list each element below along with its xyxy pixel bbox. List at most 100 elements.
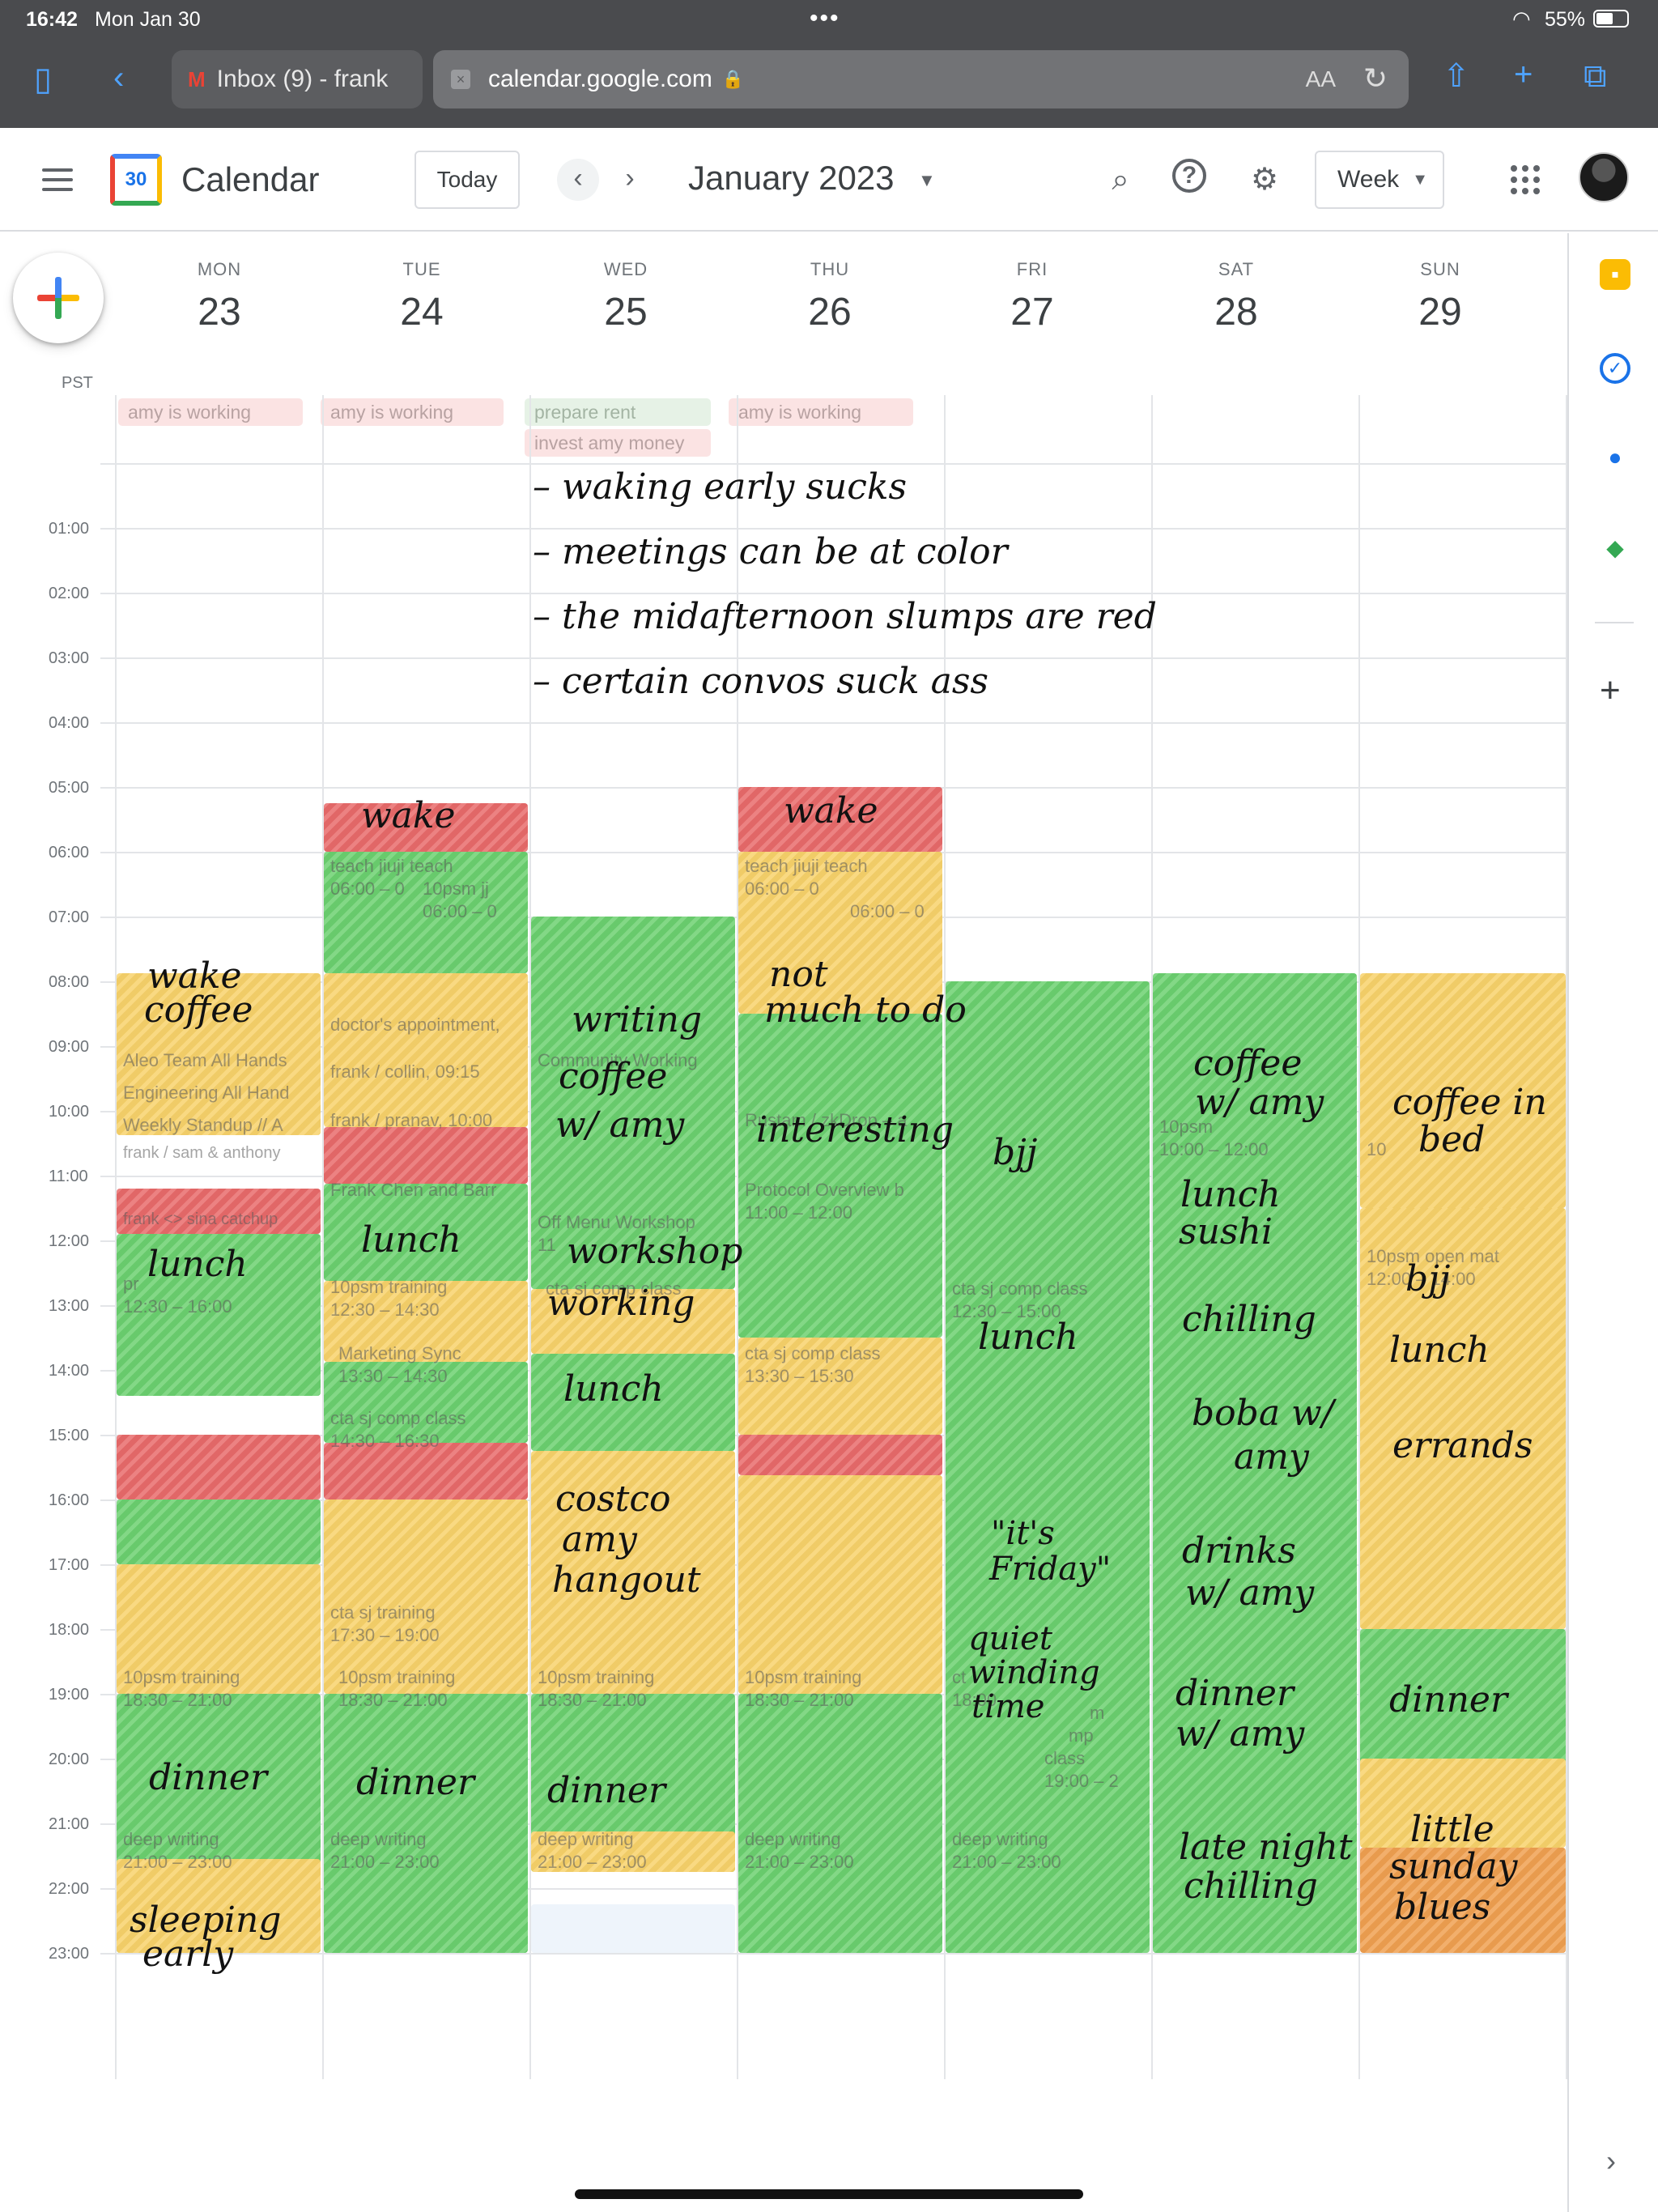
day-header-sun[interactable]: SUN 29 bbox=[1337, 259, 1543, 334]
calendar-event[interactable]: 11:00 – 12:00 bbox=[745, 1202, 852, 1224]
search-icon[interactable]: ⌕ bbox=[1099, 159, 1141, 201]
google-apps-icon[interactable] bbox=[1511, 165, 1540, 194]
calendar-event[interactable]: pr bbox=[123, 1273, 139, 1295]
reader-options-button[interactable]: AA bbox=[1306, 66, 1336, 92]
sidebar-toggle-icon[interactable]: ▯ bbox=[34, 63, 52, 96]
calendar-event[interactable]: cta sj comp class bbox=[745, 1342, 881, 1365]
month-label[interactable]: January 2023 bbox=[688, 159, 895, 198]
calendar-event[interactable]: m bbox=[1090, 1702, 1104, 1725]
day-header-tue[interactable]: TUE 24 bbox=[319, 259, 525, 334]
create-button[interactable] bbox=[13, 253, 104, 343]
calendar-event[interactable]: cta sj training bbox=[330, 1602, 436, 1624]
calendar-event[interactable]: Aleo Team All Hands bbox=[123, 1049, 287, 1072]
calendar-event[interactable]: 10 bbox=[1367, 1138, 1386, 1161]
all-day-event[interactable]: amy is working bbox=[118, 398, 303, 426]
calendar-event[interactable]: deep writing bbox=[538, 1828, 634, 1851]
calendar-event[interactable]: 18:30 – 21:00 bbox=[745, 1689, 854, 1712]
calendar-event[interactable]: frank / collin, 09:15 bbox=[330, 1061, 480, 1083]
calendar-event[interactable]: 10psm training bbox=[123, 1666, 240, 1689]
tasks-icon[interactable]: ✓ bbox=[1600, 353, 1630, 384]
calendar-event[interactable]: Protocol Overview b bbox=[745, 1179, 904, 1202]
calendar-event[interactable]: 11 bbox=[538, 1234, 556, 1257]
calendar-event[interactable]: teach jiuji teach bbox=[745, 855, 868, 878]
home-indicator[interactable] bbox=[575, 2189, 1083, 2199]
calendar-event[interactable]: ct bbox=[952, 1666, 966, 1689]
day-header-fri[interactable]: FRI 27 bbox=[929, 259, 1135, 334]
day-header-wed[interactable]: WED 25 bbox=[523, 259, 729, 334]
account-avatar[interactable] bbox=[1579, 152, 1629, 202]
calendar-event[interactable]: 10psm jj bbox=[423, 878, 489, 900]
calendar-event[interactable]: 13:30 – 15:30 bbox=[745, 1365, 854, 1388]
address-bar[interactable]: × calendar.google.com 🔒 AA ↻ bbox=[433, 50, 1409, 108]
calendar-event[interactable]: 21:00 – 23:00 bbox=[538, 1851, 647, 1874]
all-day-event[interactable]: amy is working bbox=[321, 398, 504, 426]
browser-tab-gmail[interactable]: M Inbox (9) - frank bbox=[172, 50, 423, 108]
contacts-icon[interactable]: ● bbox=[1600, 442, 1630, 473]
calendar-event[interactable]: cta sj comp class bbox=[330, 1407, 466, 1430]
chevron-right-icon[interactable]: › bbox=[1606, 2144, 1616, 2178]
get-addons-icon[interactable]: + bbox=[1600, 670, 1621, 711]
calendar-event[interactable]: 13:30 – 14:30 bbox=[338, 1365, 448, 1388]
new-tab-icon[interactable]: + bbox=[1514, 58, 1533, 91]
calendar-event[interactable]: 19:00 – 2 bbox=[1044, 1770, 1119, 1793]
calendar-event[interactable]: 10psm training bbox=[338, 1666, 455, 1689]
main-menu-icon[interactable] bbox=[42, 168, 73, 191]
calendar-event[interactable]: Weekly Standup // A bbox=[123, 1114, 283, 1137]
calendar-event[interactable]: 12:30 – 14:30 bbox=[330, 1299, 440, 1321]
calendar-event[interactable]: frank / sam & anthony bbox=[123, 1142, 281, 1164]
calendar-event[interactable]: 06:00 – 0 bbox=[745, 878, 819, 900]
calendar-event[interactable]: 06:00 – 0 bbox=[330, 878, 405, 900]
close-tab-icon[interactable]: × bbox=[451, 70, 470, 89]
calendar-event[interactable]: 21:00 – 23:00 bbox=[745, 1851, 854, 1874]
calendar-event[interactable]: deep writing bbox=[123, 1828, 219, 1851]
day-header-mon[interactable]: MON 23 bbox=[117, 259, 322, 334]
calendar-event[interactable]: 21:00 – 23:00 bbox=[330, 1851, 440, 1874]
calendar-event[interactable]: 21:00 – 23:00 bbox=[123, 1851, 232, 1874]
all-day-event[interactable]: prepare rent bbox=[525, 398, 711, 426]
calendar-event[interactable]: frank / pranav, 10:00 bbox=[330, 1109, 492, 1132]
tab-overview-icon[interactable]: ⧉ bbox=[1584, 60, 1607, 92]
view-selector[interactable]: Week ▼ bbox=[1315, 151, 1444, 209]
settings-gear-icon[interactable]: ⚙ bbox=[1244, 159, 1286, 201]
keep-icon[interactable]: ▪ bbox=[1600, 259, 1630, 290]
calendar-event[interactable]: 18:30 – 21:00 bbox=[338, 1689, 448, 1712]
calendar-event[interactable]: cta sj comp class bbox=[952, 1278, 1088, 1300]
day-header-thu[interactable]: THU 26 bbox=[727, 259, 933, 334]
calendar-event[interactable]: class bbox=[1044, 1747, 1085, 1770]
calendar-event[interactable]: 21:00 – 23:00 bbox=[952, 1851, 1061, 1874]
share-icon[interactable]: ⇧ bbox=[1443, 60, 1470, 92]
calendar-event[interactable]: teach jiuji teach bbox=[330, 855, 453, 878]
help-icon[interactable]: ? bbox=[1172, 159, 1206, 193]
calendar-event[interactable]: 18:30 – 21:00 bbox=[123, 1689, 232, 1712]
calendar-event[interactable]: 14:30 – 16:30 bbox=[330, 1430, 440, 1453]
back-icon[interactable]: ‹ bbox=[113, 62, 124, 94]
day-header-sat[interactable]: SAT 28 bbox=[1133, 259, 1339, 334]
calendar-event[interactable]: deep writing bbox=[745, 1828, 841, 1851]
calendar-event[interactable]: 10psm training bbox=[538, 1666, 654, 1689]
all-day-event[interactable]: amy is working bbox=[729, 398, 913, 426]
calendar-event[interactable]: 17:30 – 19:00 bbox=[330, 1624, 440, 1647]
calendar-event[interactable]: deep writing bbox=[330, 1828, 427, 1851]
all-day-event[interactable]: invest amy money bbox=[525, 429, 711, 457]
calendar-event[interactable]: mp bbox=[1069, 1725, 1094, 1747]
month-dropdown-icon[interactable]: ▼ bbox=[918, 170, 936, 191]
calendar-event[interactable]: frank <> sina catchup bbox=[123, 1208, 278, 1231]
previous-week-icon[interactable]: ‹ bbox=[557, 159, 599, 201]
maps-icon[interactable]: ◆ bbox=[1600, 533, 1630, 564]
calendar-event[interactable]: 10:00 – 12:00 bbox=[1159, 1138, 1269, 1161]
reload-icon[interactable]: ↻ bbox=[1363, 62, 1388, 96]
calendar-event[interactable]: Engineering All Hand bbox=[123, 1082, 289, 1104]
calendar-event[interactable]: Frank Chen and Barr bbox=[330, 1179, 496, 1202]
calendar-event[interactable]: 06:00 – 0 bbox=[423, 900, 497, 923]
calendar-event[interactable]: 10psm training bbox=[330, 1276, 447, 1299]
multitasking-dots-icon[interactable]: ••• bbox=[810, 5, 840, 32]
calendar-event[interactable]: 06:00 – 0 bbox=[850, 900, 925, 923]
today-button[interactable]: Today bbox=[414, 151, 520, 209]
calendar-event[interactable]: doctor's appointment, bbox=[330, 1014, 500, 1036]
calendar-event[interactable]: 10psm training bbox=[745, 1666, 861, 1689]
calendar-event[interactable]: 12:30 – 16:00 bbox=[123, 1295, 232, 1318]
calendar-event[interactable]: Marketing Sync bbox=[338, 1342, 461, 1365]
next-week-icon[interactable]: › bbox=[609, 159, 651, 201]
calendar-event[interactable]: 18:30 – 21:00 bbox=[538, 1689, 647, 1712]
calendar-event[interactable]: deep writing bbox=[952, 1828, 1048, 1851]
